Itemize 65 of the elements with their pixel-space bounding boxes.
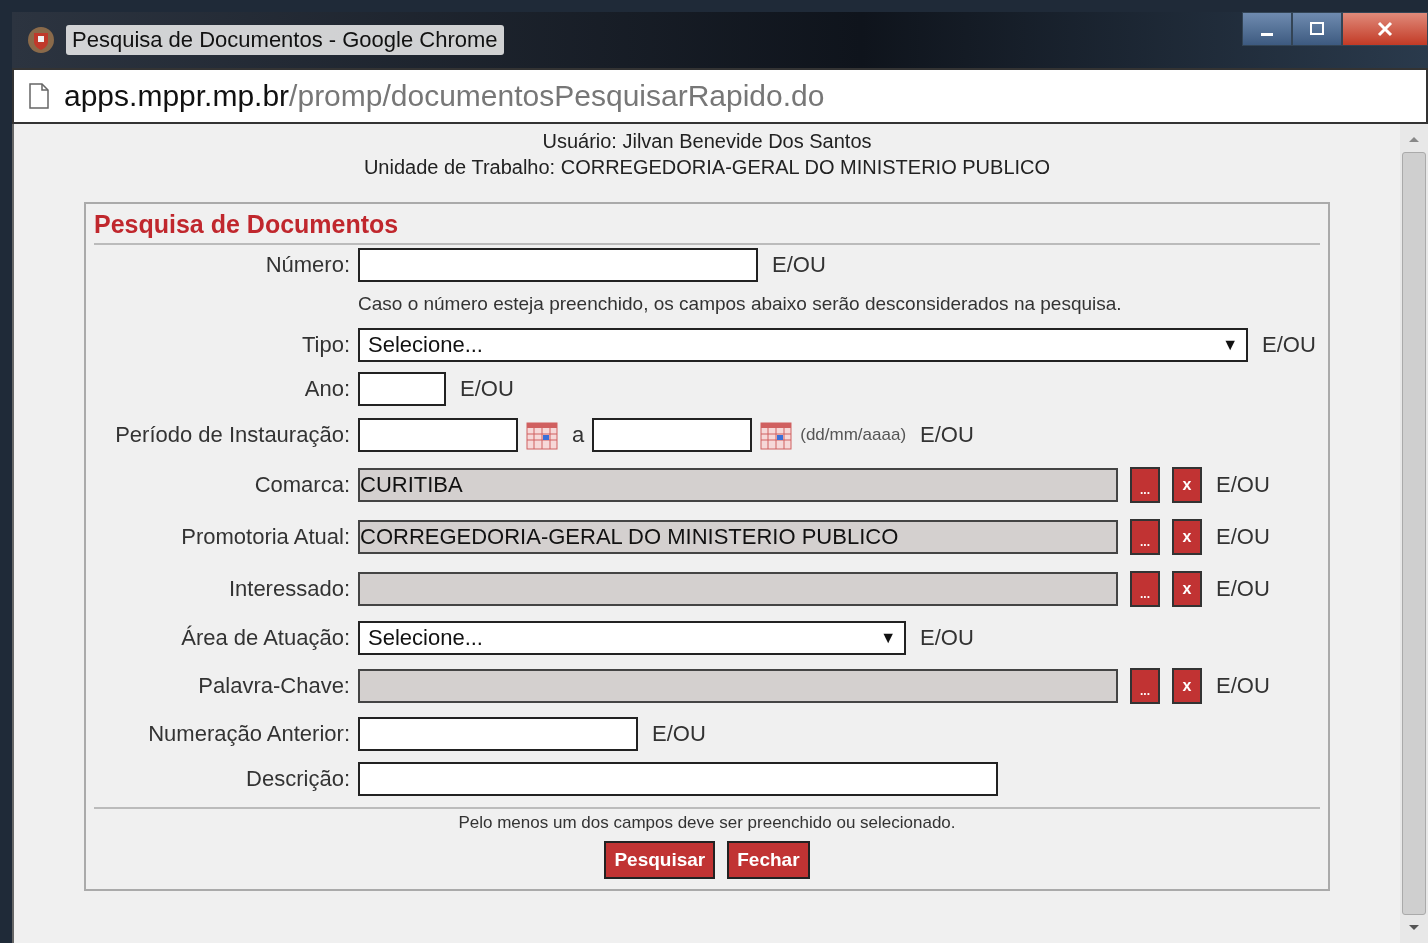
hint-text: Caso o número esteja preenchido, os campos abaixo serão desconsiderados na pesquisa. (358, 293, 1122, 315)
calendar-icon[interactable] (760, 420, 793, 450)
and-or-text: E/OU (1262, 332, 1316, 358)
calendar-icon[interactable] (526, 420, 558, 450)
field-label: Interessado: (228, 576, 350, 602)
dropdown[interactable]: Selecione... ▼ (358, 621, 906, 655)
and-or-text: E/OU (1216, 576, 1270, 602)
input-field[interactable] (358, 762, 998, 796)
date-field[interactable] (358, 418, 518, 452)
field-label: Comarca: (254, 472, 350, 498)
scroll-thumb[interactable] (1402, 152, 1426, 915)
field-label: Número: (265, 252, 350, 278)
minimize-button[interactable] (1242, 12, 1292, 46)
scroll-up-icon[interactable] (1407, 134, 1421, 144)
form-button[interactable]: Fechar (727, 841, 810, 879)
dropdown[interactable]: Selecione... ▼ (358, 328, 1248, 362)
and-or-text: E/OU (1216, 472, 1270, 498)
and-or-text: E/OU (1216, 524, 1270, 550)
crest-icon (26, 25, 56, 55)
browse-button[interactable]: ... (1130, 519, 1160, 555)
and-or-text: E/OU (460, 376, 514, 402)
field-label: Palavra-Chave: (198, 673, 350, 699)
field-label: Ano: (304, 376, 350, 402)
close-icon (1376, 21, 1394, 37)
minimize-icon (1261, 32, 1273, 36)
and-or-text: E/OU (920, 625, 974, 651)
range-separator: a (572, 422, 585, 448)
clear-button[interactable]: x (1172, 519, 1202, 555)
and-or-text: E/OU (652, 721, 706, 747)
field-label: Promotoria Atual: (181, 524, 350, 550)
input-field[interactable] (358, 372, 446, 406)
input-field[interactable] (358, 717, 638, 751)
form-button[interactable]: Pesquisar (604, 841, 716, 879)
date-field[interactable] (592, 418, 753, 452)
maximize-button[interactable] (1292, 12, 1342, 46)
window-title: Pesquisa de Documentos - Google Chrome (66, 25, 504, 55)
field-label: Numeração Anterior: (148, 721, 350, 747)
scrollbar[interactable] (1400, 124, 1428, 943)
browse-button[interactable]: ... (1130, 467, 1160, 503)
field-label: Período de Instauração: (115, 422, 350, 448)
url-text: apps.mppr.mp.br/promp/documentosPesquisarRapido.do (64, 79, 825, 113)
clear-button[interactable]: x (1172, 467, 1202, 503)
field-label: Área de Atuação: (181, 625, 350, 651)
scroll-down-icon[interactable] (1407, 923, 1421, 933)
browse-button[interactable]: ... (1130, 571, 1160, 607)
and-or-text: E/OU (920, 422, 974, 448)
close-button[interactable] (1342, 12, 1428, 46)
clear-button[interactable]: x (1172, 571, 1202, 607)
field-label: Descrição: (246, 766, 350, 792)
readonly-field: CURITIBA (358, 468, 1118, 502)
browse-button[interactable]: ... (1130, 668, 1160, 704)
field-label: Tipo: (301, 332, 350, 358)
address-bar[interactable]: apps.mppr.mp.br/promp/documentosPesquisarRapido.do (12, 68, 1428, 124)
format-hint: (dd/mm/aaaa) (800, 425, 907, 445)
footer-note: Pelo menos um dos campos deve ser preenchido ou selecionado. (458, 813, 956, 833)
readonly-field: CORREGEDORIA-GERAL DO MINISTERIO PUBLICO (358, 520, 1118, 554)
panel-title: Pesquisa de Documentos (94, 210, 1320, 245)
page-icon (28, 83, 50, 109)
clear-button[interactable]: x (1172, 668, 1202, 704)
maximize-icon (1309, 22, 1325, 36)
user-text: Usuário: Jilvan Benevide Dos Santos (542, 129, 872, 154)
unit-text: Unidade de Trabalho: CORREGEDORIA-GERAL DO MINISTERIO PUBLICO (363, 155, 1051, 180)
and-or-text: E/OU (772, 252, 826, 278)
and-or-text: E/OU (1216, 673, 1270, 699)
input-field[interactable] (358, 248, 758, 282)
